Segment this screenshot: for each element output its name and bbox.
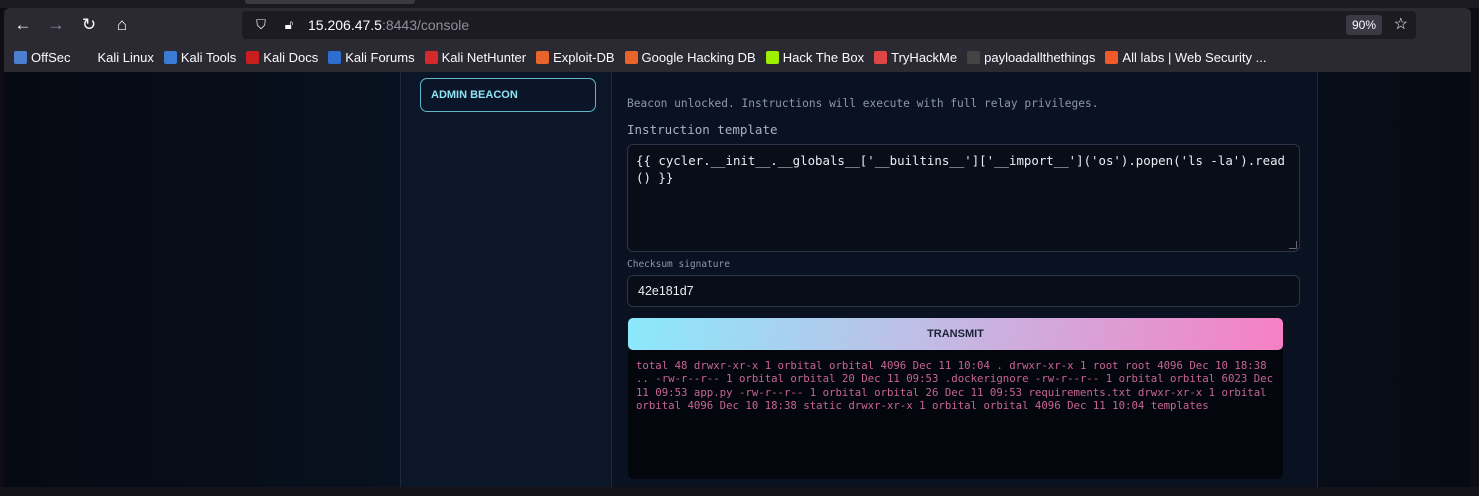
bookmark-favicon-icon bbox=[967, 50, 981, 64]
resize-handle-icon[interactable] bbox=[1289, 241, 1297, 249]
template-value: {{ cycler.__init__.__globals__['__builti… bbox=[636, 153, 1286, 185]
bookmark-favicon-icon bbox=[80, 50, 94, 64]
bookmark-item[interactable]: Google Hacking DB bbox=[624, 49, 756, 65]
bookmark-item[interactable]: payloadallthethings bbox=[967, 50, 1095, 65]
bookmark-favicon-icon bbox=[328, 50, 342, 64]
bookmark-item[interactable]: OffSec bbox=[14, 50, 71, 65]
bookmark-label: TryHackMe bbox=[891, 49, 958, 65]
command-output: total 48 drwxr-xr-x 1 orbital orbital 40… bbox=[628, 350, 1283, 479]
bookmark-label: OffSec bbox=[31, 49, 71, 65]
bookmark-label: Kali Tools bbox=[180, 49, 237, 65]
template-label: Instruction template bbox=[627, 122, 778, 137]
insecure-lock-icon[interactable]: 🔓︎ bbox=[280, 17, 298, 33]
bookmark-star-icon[interactable]: ☆ bbox=[1394, 14, 1408, 34]
checksum-input[interactable]: 42e181d7 bbox=[627, 275, 1300, 307]
instruction-template-textarea[interactable]: {{ cycler.__init__.__globals__['__builti… bbox=[627, 144, 1300, 252]
url-host: 15.206.47.5 bbox=[308, 17, 382, 33]
bookmark-label: Kali NetHunter bbox=[441, 49, 527, 65]
browser-toolbar: ← → ↻ ⌂ ⛉ 🔓︎ 15.206.47.5:8443/console 90… bbox=[4, 8, 1471, 42]
bookmark-label: Kali Docs bbox=[263, 49, 319, 65]
bookmark-item[interactable]: Kali Tools bbox=[163, 49, 237, 65]
url-path: :8443/console bbox=[381, 17, 470, 33]
bookmark-label: Google Hacking DB bbox=[641, 49, 756, 65]
bookmark-item[interactable]: Kali Forums bbox=[328, 49, 415, 65]
bookmark-label: All labs | Web Security ... bbox=[1122, 49, 1267, 65]
bookmark-favicon-icon bbox=[1105, 50, 1119, 64]
bookmark-favicon-icon bbox=[874, 50, 888, 64]
status-message: Beacon unlocked. Instructions will execu… bbox=[627, 97, 1099, 110]
sidebar-item-admin-beacon[interactable]: ADMIN BEACON bbox=[420, 78, 596, 112]
console-panel: ADMIN BEACON Beacon unlocked. Instructio… bbox=[400, 72, 1318, 487]
checksum-label: Checksum signature bbox=[627, 259, 730, 270]
bookmark-label: Hack The Box bbox=[782, 49, 865, 65]
back-icon[interactable]: ← bbox=[9, 11, 37, 39]
forward-icon[interactable]: → bbox=[42, 11, 70, 39]
shield-icon[interactable]: ⛉ bbox=[252, 17, 270, 33]
zoom-level-badge[interactable]: 90% bbox=[1345, 15, 1382, 35]
tab-strip bbox=[0, 0, 1479, 8]
bookmark-item[interactable]: All labs | Web Security ... bbox=[1105, 50, 1266, 65]
bookmark-favicon-icon bbox=[246, 50, 260, 64]
bookmark-favicon-icon bbox=[624, 50, 638, 64]
bookmark-item[interactable]: Hack The Box bbox=[765, 49, 865, 65]
bookmark-item[interactable]: TryHackMe bbox=[874, 50, 957, 65]
bookmark-label: Exploit-DB bbox=[553, 49, 615, 65]
bookmark-item[interactable]: Kali Docs bbox=[246, 50, 318, 65]
bookmark-favicon-icon bbox=[163, 50, 177, 64]
bottom-strip bbox=[0, 487, 1479, 496]
browser-tab[interactable] bbox=[245, 0, 415, 4]
bookmark-label: Kali Linux bbox=[97, 49, 154, 65]
bookmark-favicon-icon bbox=[765, 50, 779, 64]
bookmark-item[interactable]: Kali NetHunter bbox=[424, 49, 527, 65]
bookmark-favicon-icon bbox=[424, 50, 438, 64]
console-main: Beacon unlocked. Instructions will execu… bbox=[612, 72, 1317, 487]
bookmarks-bar: OffSec Kali Linux Kali Tools Kali Docs Kali … bbox=[4, 42, 1471, 72]
url-bar[interactable]: ⛉ 🔓︎ 15.206.47.5:8443/console 90% ☆ bbox=[242, 11, 1416, 39]
bookmark-favicon-icon bbox=[14, 50, 27, 64]
transmit-button[interactable]: TRANSMIT bbox=[628, 318, 1283, 350]
home-icon[interactable]: ⌂ bbox=[108, 11, 136, 39]
bookmark-item[interactable]: Exploit-DB bbox=[536, 49, 615, 65]
bookmark-label: payloadallthethings bbox=[984, 49, 1096, 65]
bookmark-label: Kali Forums bbox=[345, 49, 415, 65]
bookmark-favicon-icon bbox=[536, 50, 550, 64]
bookmark-item[interactable]: Kali Linux bbox=[80, 49, 154, 65]
reload-icon[interactable]: ↻ bbox=[75, 11, 103, 39]
page-content: ADMIN BEACON Beacon unlocked. Instructio… bbox=[4, 72, 1471, 487]
sidebar: ADMIN BEACON bbox=[401, 72, 612, 487]
